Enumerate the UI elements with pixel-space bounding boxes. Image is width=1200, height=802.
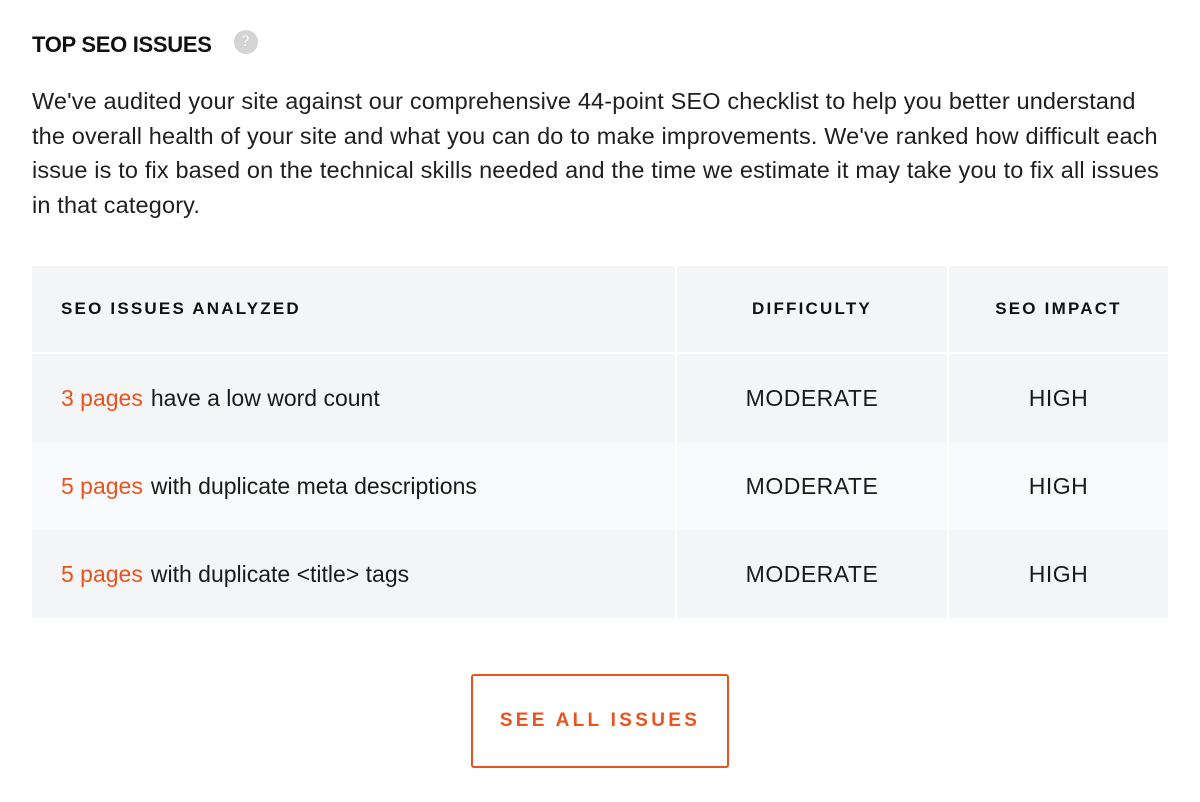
issue-count-link[interactable]: 5 pages <box>61 561 143 588</box>
issue-description: have a low word count <box>150 384 380 411</box>
impact-cell: HIGH <box>949 530 1168 618</box>
impact-cell: HIGH <box>949 442 1168 530</box>
issue-description: with duplicate meta descriptions <box>150 472 477 499</box>
impact-cell: HIGH <box>949 354 1168 442</box>
issue-cell: 5 pages with duplicate meta descriptions <box>32 442 677 530</box>
header-difficulty: DIFFICULTY <box>677 266 949 352</box>
header-issues: SEO ISSUES ANALYZED <box>32 266 677 352</box>
issue-description: with duplicate <title> tags <box>150 560 410 587</box>
issue-count-link[interactable]: 5 pages <box>61 473 143 500</box>
table-header-row: SEO ISSUES ANALYZED DIFFICULTY SEO IMPAC… <box>32 266 1168 354</box>
see-all-issues-button[interactable]: SEE ALL ISSUES <box>471 674 729 768</box>
difficulty-cell: MODERATE <box>677 442 949 530</box>
difficulty-cell: MODERATE <box>677 530 949 618</box>
issue-count-link[interactable]: 3 pages <box>61 385 143 412</box>
issue-cell: 3 pages have a low word count <box>32 354 677 442</box>
difficulty-cell: MODERATE <box>677 354 949 442</box>
header-impact: SEO IMPACT <box>949 266 1168 352</box>
table-row: 5 pages with duplicate <title> tags MODE… <box>32 530 1168 618</box>
seo-issues-table: SEO ISSUES ANALYZED DIFFICULTY SEO IMPAC… <box>32 266 1168 618</box>
issue-cell: 5 pages with duplicate <title> tags <box>32 530 677 618</box>
section-title: TOP SEO ISSUES <box>32 32 212 57</box>
help-icon[interactable]: ? <box>233 30 258 54</box>
section-header: TOP SEO ISSUES ? <box>32 28 258 62</box>
table-row: 5 pages with duplicate meta descriptions… <box>32 442 1168 530</box>
intro-text: We've audited your site against our comp… <box>32 88 1159 218</box>
table-row: 3 pages have a low word count MODERATE H… <box>32 354 1168 442</box>
